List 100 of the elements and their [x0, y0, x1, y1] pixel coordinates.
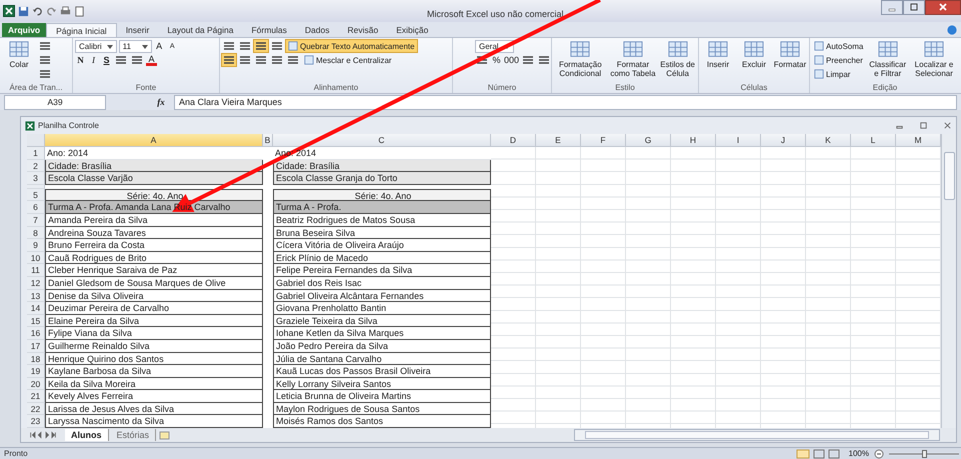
- lines-icon[interactable]: [38, 40, 52, 52]
- slider-thumb[interactable]: [922, 450, 927, 458]
- format-button[interactable]: 000: [504, 54, 520, 66]
- row-header[interactable]: 7: [27, 214, 45, 227]
- name-box[interactable]: A39: [4, 94, 106, 110]
- lines-icon[interactable]: [238, 40, 252, 52]
- file-tab[interactable]: Arquivo: [2, 23, 46, 37]
- row-header[interactable]: 17: [27, 340, 45, 352]
- format-button[interactable]: A: [154, 40, 165, 52]
- column-header[interactable]: I: [716, 134, 761, 147]
- row-header[interactable]: 11: [27, 264, 45, 277]
- lines-icon[interactable]: [254, 54, 268, 66]
- column-header[interactable]: B: [263, 134, 273, 147]
- ribbon-button[interactable]: Estilos de Célula: [659, 40, 696, 83]
- row-header[interactable]: 18: [27, 352, 45, 366]
- row-header[interactable]: 15: [27, 314, 45, 328]
- lines-icon[interactable]: [114, 54, 128, 66]
- row-header[interactable]: 13: [27, 290, 45, 302]
- dropdown-field[interactable]: Calibri: [75, 40, 117, 52]
- row-header[interactable]: 16: [27, 327, 45, 340]
- ribbon-button[interactable]: Formatação Condicional: [554, 40, 607, 83]
- column-header[interactable]: G: [626, 134, 671, 147]
- column-header[interactable]: D: [491, 134, 536, 147]
- column-header[interactable]: F: [581, 134, 626, 147]
- row-header[interactable]: 3: [27, 172, 45, 185]
- spreadsheet-logo-icon[interactable]: [3, 5, 15, 17]
- formula-field[interactable]: Ana Clara Vieira Marques: [174, 94, 957, 110]
- lines-icon[interactable]: [130, 54, 144, 66]
- row-header[interactable]: 21: [27, 390, 45, 403]
- document-icon[interactable]: [74, 6, 85, 16]
- ribbon-tab[interactable]: Página Inicial: [46, 23, 117, 37]
- horizontal-scrollbar[interactable]: [574, 429, 940, 442]
- zoom-level[interactable]: 100%: [848, 449, 869, 458]
- ribbon-button[interactable]: Localizar e Selecionar: [910, 40, 958, 83]
- row-header[interactable]: 8: [27, 226, 45, 240]
- column-header[interactable]: A: [45, 134, 263, 147]
- ribbon-button[interactable]: Preencher: [812, 54, 865, 66]
- row-header[interactable]: 20: [27, 378, 45, 390]
- ribbon-button[interactable]: AutoSoma: [812, 40, 866, 52]
- row-header[interactable]: 19: [27, 365, 45, 378]
- row-header[interactable]: 12: [27, 276, 45, 290]
- lines-icon[interactable]: [238, 54, 252, 66]
- lines-icon[interactable]: [270, 40, 284, 52]
- lines-icon[interactable]: [254, 40, 268, 52]
- column-header[interactable]: C: [273, 134, 491, 147]
- close-icon[interactable]: [925, 0, 961, 15]
- row-header[interactable]: 10: [27, 252, 45, 264]
- ribbon-tab[interactable]: Layout da Página: [158, 23, 242, 37]
- format-button[interactable]: S: [101, 54, 112, 66]
- row-header[interactable]: 22: [27, 402, 45, 416]
- redo-icon[interactable]: [46, 6, 57, 16]
- row-header[interactable]: 14: [27, 302, 45, 315]
- ribbon-tab[interactable]: Exibição: [387, 23, 438, 37]
- format-button[interactable]: N: [75, 54, 86, 66]
- help-icon[interactable]: [947, 25, 957, 35]
- row-header[interactable]: 6: [27, 201, 45, 214]
- vertical-scrollbar[interactable]: [941, 134, 956, 428]
- lines-icon[interactable]: [521, 54, 536, 66]
- ribbon-button[interactable]: Classificar e Filtrar: [867, 40, 908, 83]
- ribbon-tab[interactable]: Fórmulas: [242, 23, 296, 37]
- format-button[interactable]: %: [491, 54, 502, 66]
- ribbon-tab[interactable]: Inserir: [116, 23, 158, 37]
- close-icon[interactable]: [943, 121, 952, 130]
- row-header[interactable]: 1: [27, 147, 45, 160]
- dropdown-field[interactable]: 11: [118, 40, 152, 52]
- lines-icon[interactable]: [286, 54, 300, 66]
- ribbon-button[interactable]: Mesclar e Centralizar: [302, 54, 394, 66]
- ribbon-button[interactable]: Formatar: [773, 40, 807, 83]
- ribbon-button[interactable]: Colar: [2, 40, 36, 83]
- ribbon-button[interactable]: Quebrar Texto Automaticamente: [286, 40, 417, 52]
- column-header[interactable]: M: [896, 134, 941, 147]
- maximize-icon[interactable]: [903, 0, 925, 15]
- row-header[interactable]: 5: [27, 188, 45, 202]
- format-button[interactable]: A: [146, 54, 157, 66]
- row-header[interactable]: 23: [27, 415, 45, 428]
- restore-icon[interactable]: [919, 121, 928, 130]
- column-header[interactable]: J: [761, 134, 806, 147]
- lines-icon[interactable]: [222, 40, 236, 52]
- ribbon-button[interactable]: Excluir: [737, 40, 771, 83]
- column-header[interactable]: K: [806, 134, 851, 147]
- format-button[interactable]: I: [88, 54, 99, 66]
- lines-icon[interactable]: [222, 54, 236, 66]
- row-header[interactable]: 9: [27, 239, 45, 252]
- sheet-tab[interactable]: Estórias: [110, 429, 156, 442]
- function-label[interactable]: fx: [152, 97, 170, 107]
- undo-icon[interactable]: [32, 6, 43, 16]
- ribbon-button[interactable]: Limpar: [812, 68, 852, 80]
- lines-icon[interactable]: [38, 54, 52, 66]
- column-header[interactable]: H: [671, 134, 716, 147]
- sheet-tab[interactable]: Alunos: [65, 429, 108, 442]
- ribbon-button[interactable]: Inserir: [701, 40, 735, 83]
- column-header[interactable]: E: [536, 134, 581, 147]
- row-header[interactable]: 2: [27, 160, 45, 172]
- print-icon[interactable]: [60, 6, 71, 16]
- ribbon-tab[interactable]: Revisão: [338, 23, 388, 37]
- lines-icon[interactable]: [270, 54, 284, 66]
- column-header[interactable]: L: [851, 134, 896, 147]
- ribbon-button[interactable]: Formatar como Tabela: [608, 40, 658, 83]
- ribbon-tab[interactable]: Dados: [296, 23, 338, 37]
- empty-cells[interactable]: [491, 147, 941, 428]
